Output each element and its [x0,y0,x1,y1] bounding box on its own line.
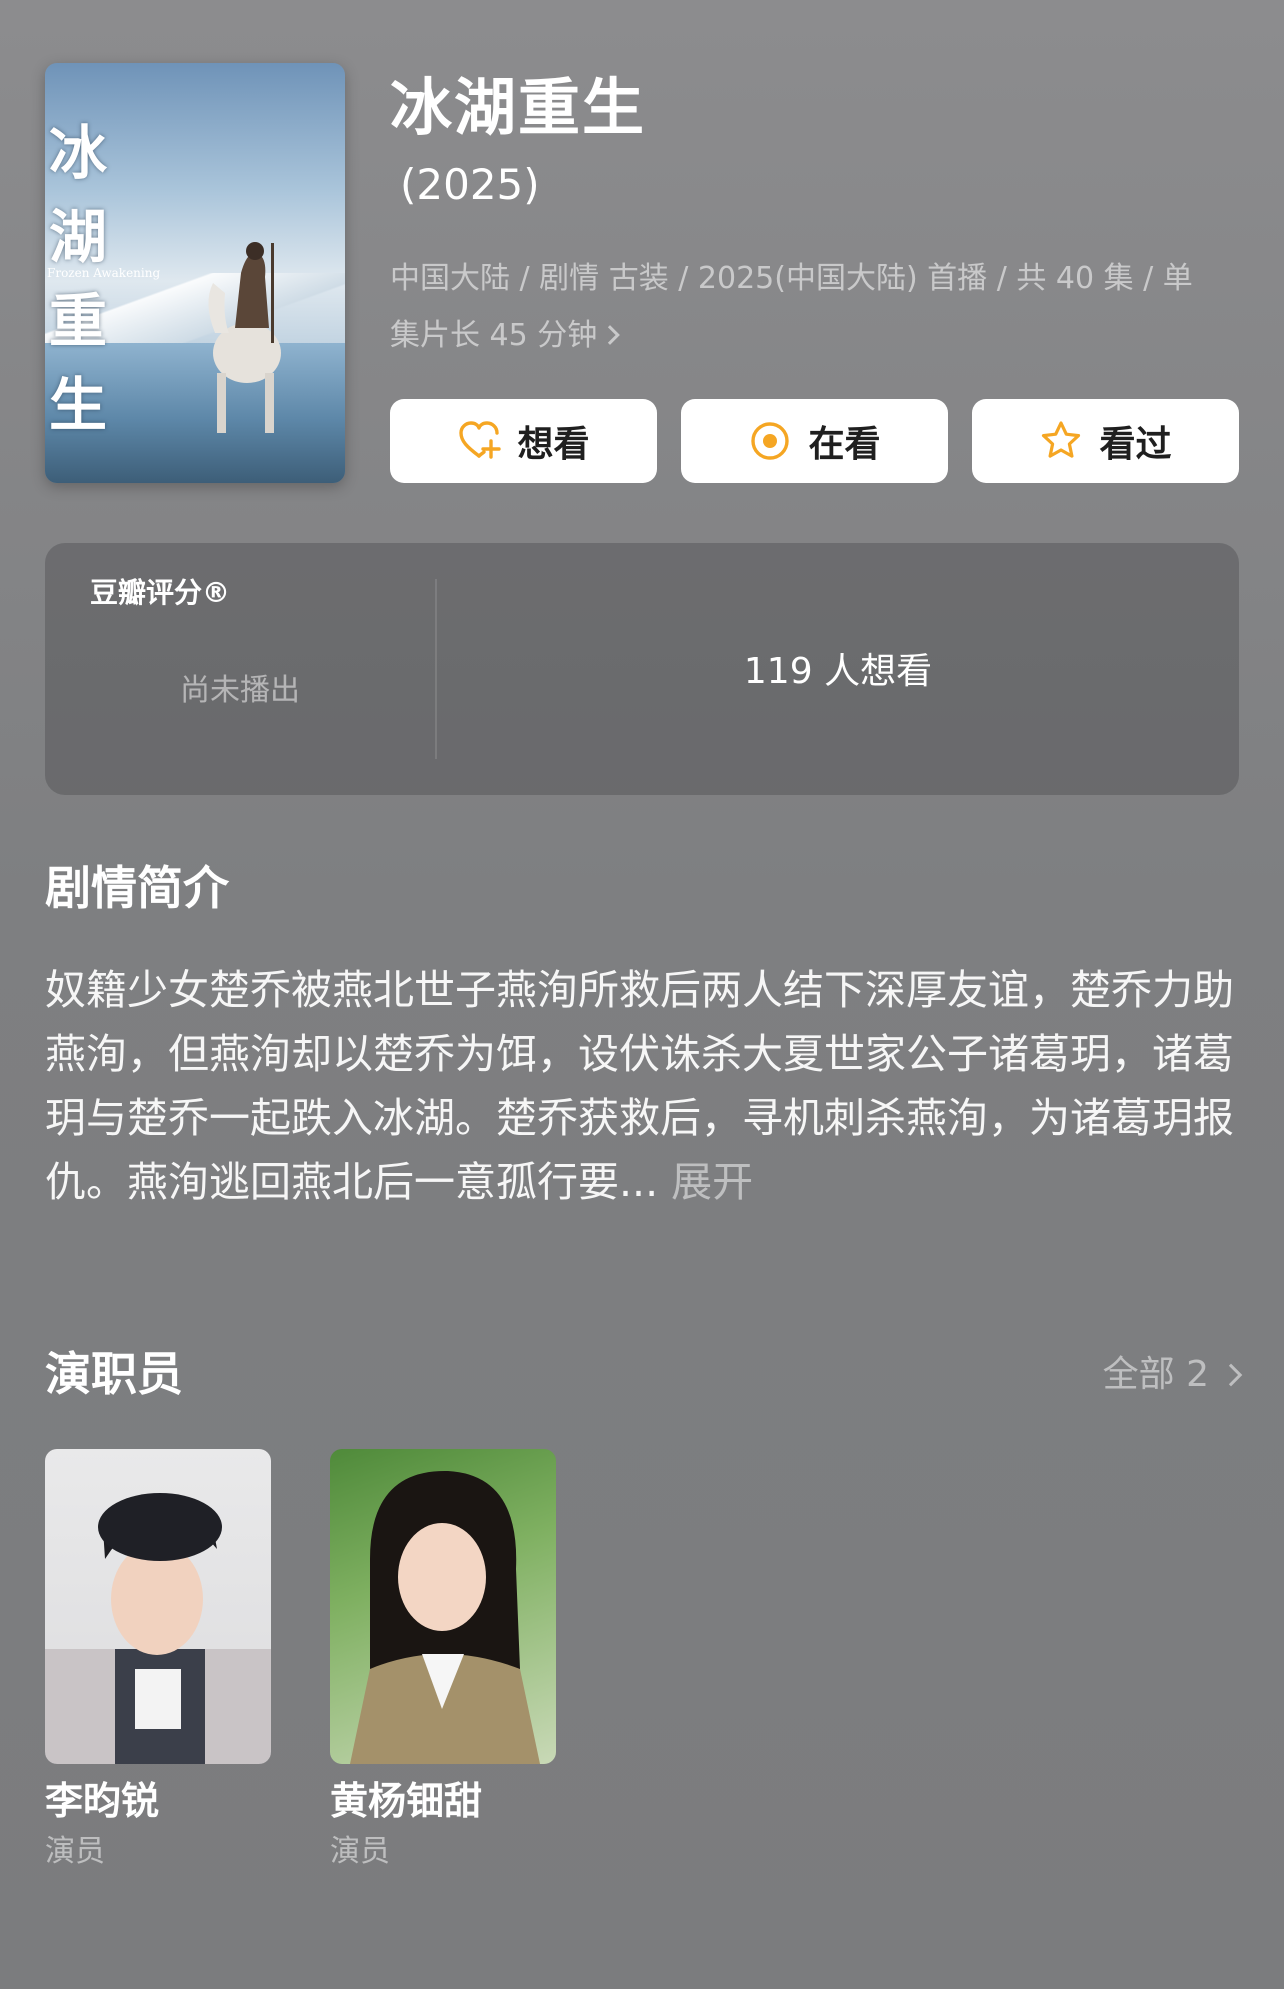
cast-member-role: 演员 [45,1834,105,1869]
chevron-right-icon [1219,1363,1243,1387]
heart-plus-icon [459,421,502,459]
cast-all-label: 全部 2 [1102,1354,1209,1395]
cast-member-photo [45,1449,271,1764]
cast-member-name: 黄杨钿甜 [330,1779,483,1823]
cast-all-link[interactable]: 全部 2 [1102,1352,1243,1398]
wish-count[interactable]: 119 人想看 [437,647,1239,697]
synopsis-text-block: 奴籍少女楚乔被燕北世子燕洵所救后两人结下深厚友谊，楚乔力助燕洵，但燕洵却以楚乔为… [45,958,1245,1214]
rating-label: 豆瓣评分® [90,576,231,609]
meta-line-2-text: 集片长 45 分钟 [390,318,598,353]
show-poster[interactable]: 冰湖重生 Frozen Awakening [45,63,345,483]
cast-member-card[interactable]: 李昀锐 演员 [45,1449,271,1872]
want-to-watch-label: 想看 [517,424,590,465]
rating-status: 尚未播出 [180,673,300,708]
cast-member-card[interactable]: 黄杨钿甜 演员 [330,1449,556,1872]
synopsis-heading: 剧情简介 [45,861,229,915]
watching-label: 在看 [808,424,881,465]
rating-card: 豆瓣评分® 尚未播出 119 人想看 [45,543,1239,795]
watching-button[interactable]: 在看 [681,399,948,483]
chevron-right-icon [600,325,621,345]
actor-portrait [350,1470,540,1764]
synopsis-text: 奴籍少女楚乔被燕北世子燕洵所救后两人结下深厚友谊，楚乔力助燕洵，但燕洵却以楚乔为… [45,966,1234,1206]
watched-label: 看过 [1099,424,1172,465]
synopsis-expand-link[interactable]: 展开 [671,1158,753,1206]
meta-line-1: 中国大陆 / 剧情 古装 / 2025(中国大陆) 首播 / 共 40 集 / … [390,261,1193,296]
actor-portrait [45,1493,271,1764]
cast-member-name: 李昀锐 [45,1779,160,1823]
cast-member-role: 演员 [330,1834,390,1869]
cast-heading: 演职员 [45,1347,183,1401]
show-meta[interactable]: 中国大陆 / 剧情 古装 / 2025(中国大陆) 首播 / 共 40 集 / … [390,250,1240,364]
star-outline-icon [1042,421,1081,458]
target-circle-icon [751,422,790,460]
poster-rider-illustration [208,242,281,433]
cast-member-photo [330,1449,556,1764]
want-to-watch-button[interactable]: 想看 [390,399,657,483]
show-title: 冰湖重生 [390,71,647,144]
poster-subtitle: Frozen Awakening [47,266,161,280]
meta-line-2: 集片长 45 分钟 [390,307,1240,364]
show-year: (2025) [400,160,540,209]
watched-button[interactable]: 看过 [972,399,1239,483]
